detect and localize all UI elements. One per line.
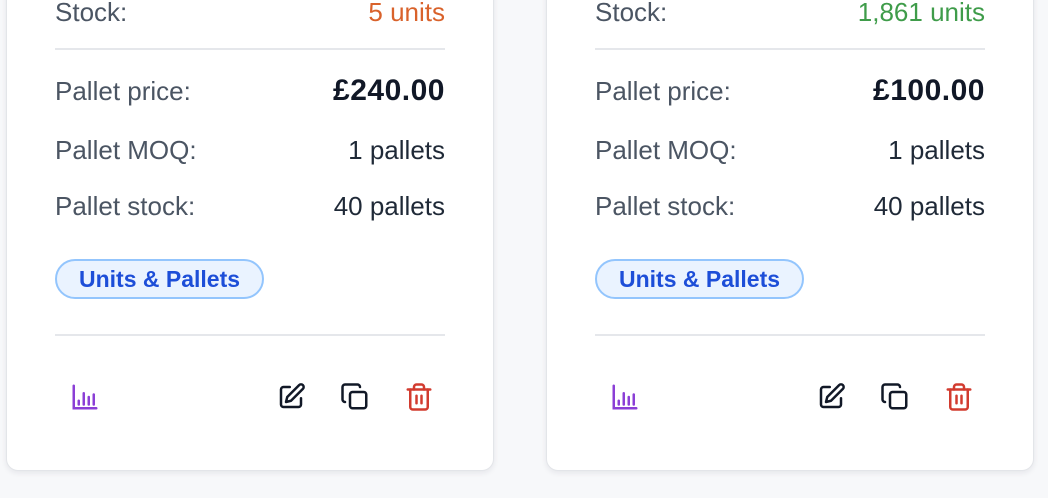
edit-button[interactable] [813, 379, 849, 415]
delete-button[interactable] [401, 379, 437, 415]
card-body: Stock: 1,861 units Pallet price: £100.00… [595, 0, 985, 470]
pallet-price-label: Pallet price: [55, 76, 191, 106]
pallet-price-value: £100.00 [873, 74, 985, 107]
card-body: Stock: 5 units Pallet price: £240.00 Pal… [55, 0, 445, 470]
analytics-button[interactable] [607, 379, 643, 415]
pallet-price-row: Pallet price: £100.00 [595, 74, 985, 108]
pallet-moq-label: Pallet MOQ: [595, 135, 737, 165]
trash-icon [406, 383, 432, 411]
pallet-stock-value: 40 pallets [873, 191, 985, 221]
divider [595, 48, 985, 50]
pallet-moq-value: 1 pallets [348, 135, 445, 165]
pallet-moq-row: Pallet MOQ: 1 pallets [55, 135, 445, 166]
duplicate-button[interactable] [877, 379, 913, 415]
chart-icon [612, 384, 638, 410]
copy-icon [341, 383, 368, 410]
delete-button[interactable] [941, 379, 977, 415]
pallet-price-label: Pallet price: [595, 76, 731, 106]
pallet-stock-row: Pallet stock: 40 pallets [595, 191, 985, 222]
divider [55, 334, 445, 336]
chart-icon [72, 384, 98, 410]
duplicate-button[interactable] [337, 379, 373, 415]
pallet-stock-row: Pallet stock: 40 pallets [55, 191, 445, 222]
divider [595, 334, 985, 336]
stock-label: Stock: [595, 0, 668, 27]
sale-type-badge: Units & Pallets [55, 259, 265, 299]
stock-row: Stock: 1,861 units [595, 0, 985, 28]
analytics-button[interactable] [67, 379, 103, 415]
product-card: Stock: 5 units Pallet price: £240.00 Pal… [6, 0, 494, 471]
sale-type-badge: Units & Pallets [595, 259, 805, 299]
stock-row: Stock: 5 units [55, 0, 445, 28]
trash-icon [946, 383, 972, 411]
stock-label: Stock: [55, 0, 128, 27]
pallet-stock-value: 40 pallets [333, 191, 445, 221]
divider [55, 48, 445, 50]
edit-icon [819, 383, 845, 409]
pallet-price-value: £240.00 [333, 74, 445, 107]
copy-icon [881, 383, 908, 410]
stock-value: 1,861 units [857, 0, 985, 27]
pallet-stock-label: Pallet stock: [595, 191, 736, 221]
pallet-stock-label: Pallet stock: [55, 191, 196, 221]
pallet-moq-value: 1 pallets [888, 135, 985, 165]
edit-button[interactable] [273, 379, 309, 415]
product-card: Stock: 1,861 units Pallet price: £100.00… [546, 0, 1034, 471]
edit-icon [279, 383, 305, 409]
pallet-moq-row: Pallet MOQ: 1 pallets [595, 135, 985, 166]
pallet-moq-label: Pallet MOQ: [55, 135, 197, 165]
pallet-price-row: Pallet price: £240.00 [55, 74, 445, 108]
stock-value: 5 units [368, 0, 445, 27]
